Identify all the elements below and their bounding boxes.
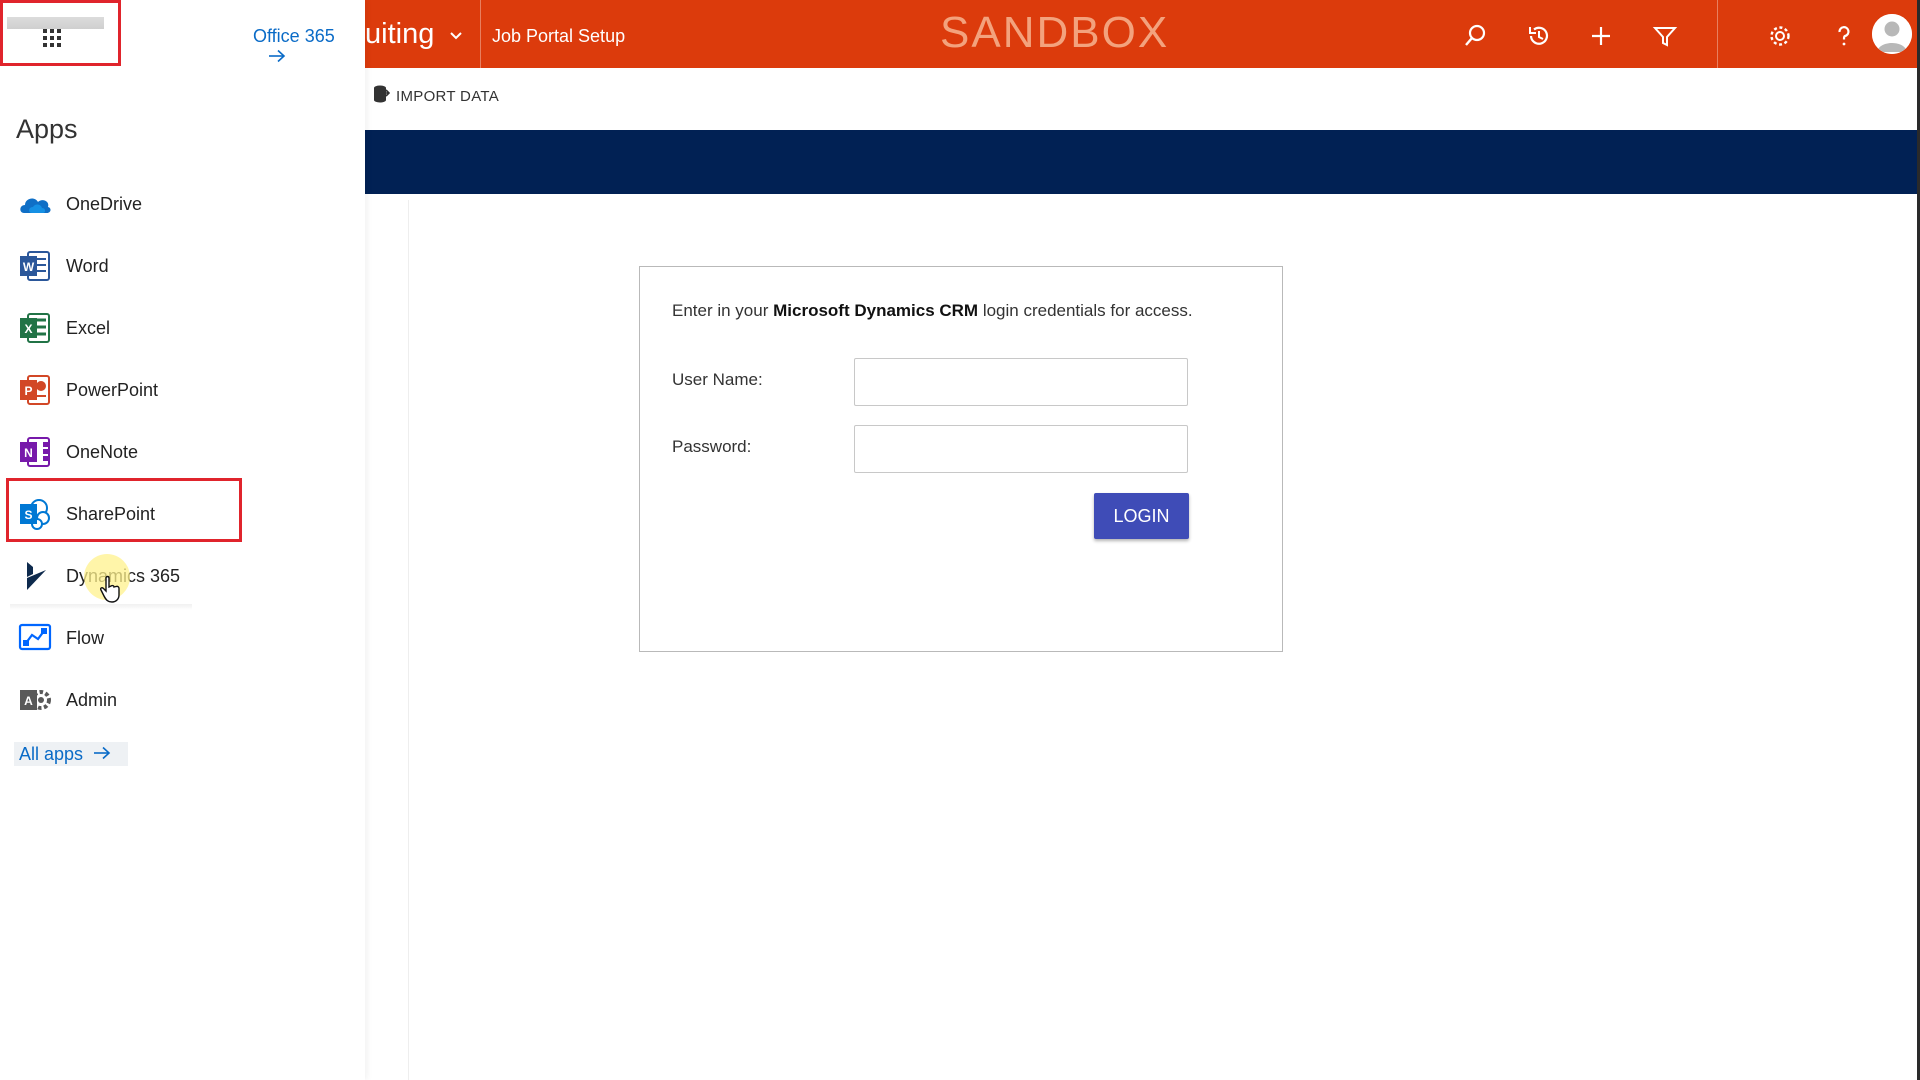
user-avatar-icon[interactable] (1872, 14, 1912, 54)
svg-text:N: N (24, 446, 33, 460)
intro-text-end: login credentials for access. (978, 301, 1193, 320)
waffle-icon (42, 28, 62, 48)
content-divider (408, 200, 409, 1080)
powerpoint-icon: P (18, 373, 52, 407)
username-input[interactable] (854, 358, 1188, 406)
app-item-admin[interactable]: A Admin (18, 680, 117, 720)
import-data-label: IMPORT DATA (396, 87, 500, 105)
app-label: OneDrive (66, 193, 143, 214)
intro-text-start: Enter in your (672, 301, 774, 320)
app-item-onedrive[interactable]: OneDrive (18, 184, 142, 224)
filter-icon[interactable] (1651, 22, 1679, 50)
chevron-down-icon[interactable] (447, 26, 465, 44)
app-launcher-panel: Office 365 Apps OneDrive W Word X Excel … (0, 0, 365, 1080)
app-name[interactable]: uiting (365, 20, 434, 49)
app-label: Excel (66, 317, 111, 338)
app-item-excel[interactable]: X Excel (18, 308, 110, 348)
nav-divider (1717, 0, 1718, 68)
history-icon[interactable] (1525, 22, 1553, 50)
nav-divider (480, 0, 481, 68)
top-nav-bar: uiting Job Portal Setup SANDBOX (365, 0, 1917, 68)
app-item-powerpoint[interactable]: P PowerPoint (18, 370, 158, 410)
app-item-word[interactable]: W Word (18, 246, 109, 286)
environment-label: SANDBOX (940, 8, 1170, 57)
svg-text:W: W (23, 260, 35, 274)
excel-icon: X (18, 311, 52, 345)
all-apps-link[interactable]: All apps (19, 744, 111, 765)
svg-text:P: P (24, 384, 32, 398)
word-icon: W (18, 249, 52, 283)
password-input[interactable] (854, 425, 1188, 473)
svg-text:X: X (24, 322, 32, 336)
app-label: Word (66, 255, 109, 276)
hover-shadow (10, 604, 192, 610)
flow-icon (18, 621, 52, 655)
all-apps-label: All apps (19, 744, 84, 764)
import-data-button[interactable]: IMPORT DATA (372, 84, 499, 108)
svg-text:A: A (24, 694, 33, 708)
header-banner (365, 130, 1917, 194)
app-label: OneNote (66, 441, 139, 462)
search-icon[interactable] (1461, 22, 1489, 50)
app-label: PowerPoint (66, 379, 159, 400)
app-launcher-button[interactable] (0, 0, 121, 66)
login-card: Enter in your Microsoft Dynamics CRM log… (639, 266, 1283, 652)
dynamics-icon (18, 559, 52, 593)
arrow-right-icon (93, 744, 111, 765)
username-label: User Name: (672, 370, 763, 389)
apps-heading: Apps (16, 114, 78, 144)
login-button[interactable]: LOGIN (1094, 493, 1189, 539)
office-365-link[interactable]: Office 365 (253, 26, 335, 47)
sharepoint-highlight-box (6, 478, 242, 542)
gear-icon[interactable] (1766, 22, 1794, 50)
app-label: Admin (66, 689, 118, 710)
onedrive-icon (18, 187, 52, 221)
arrow-right-icon[interactable] (268, 49, 286, 63)
password-label: Password: (672, 437, 752, 456)
intro-product-name: Microsoft Dynamics CRM (773, 301, 979, 320)
area-name[interactable]: Job Portal Setup (492, 26, 625, 47)
login-intro: Enter in your Microsoft Dynamics CRM log… (672, 301, 1193, 321)
plus-icon[interactable] (1587, 22, 1615, 50)
hand-cursor-icon (100, 575, 122, 603)
app-item-onenote[interactable]: N OneNote (18, 432, 138, 472)
import-icon (372, 84, 391, 108)
command-bar: IMPORT DATA (365, 70, 1917, 128)
onenote-icon: N (18, 435, 52, 469)
help-icon[interactable] (1830, 22, 1858, 50)
app-item-flow[interactable]: Flow (18, 618, 104, 658)
app-label: Flow (66, 627, 105, 648)
admin-icon: A (18, 683, 52, 717)
